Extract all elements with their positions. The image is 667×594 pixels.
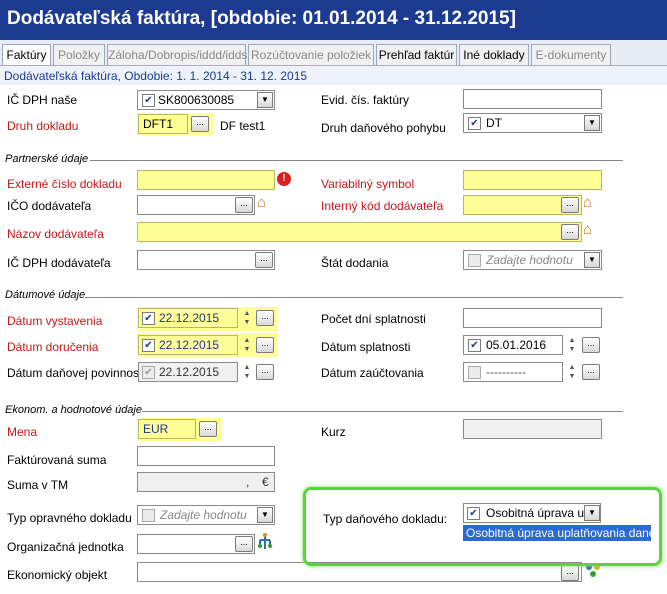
kurz-label: Kurz xyxy=(321,425,346,439)
datum-vystavenia-spinner[interactable]: ▲ ▼ xyxy=(240,309,254,327)
int-kod-dod-label: Interný kód dodávateľa xyxy=(321,199,444,213)
highlight-box xyxy=(303,487,662,566)
nazov-dod-browse-button[interactable]: ... xyxy=(561,224,579,240)
typ-opr-label: Typ opravného dokladu xyxy=(7,511,132,525)
tree-icon[interactable] xyxy=(257,533,273,551)
ico-dod-browse-button[interactable]: ... xyxy=(235,197,253,213)
chevron-down-icon[interactable]: ▼ xyxy=(257,92,273,108)
house-icon[interactable]: ⌂ xyxy=(583,195,592,210)
ic-dph-nase-label: IČ DPH naše xyxy=(7,93,78,107)
alert-icon: ! xyxy=(277,172,291,186)
chevron-down-icon[interactable]: ▼ xyxy=(257,507,273,523)
typ-opr-field[interactable]: Zadajte hodnotu xyxy=(137,505,275,525)
stat-dodania-checkbox[interactable] xyxy=(468,254,481,267)
tab-faktury[interactable]: Faktúry xyxy=(2,44,51,66)
datum-dan-pov-label: Dátum daňovej povinnosti xyxy=(7,366,146,380)
datum-zauct-calendar-button[interactable]: ... xyxy=(582,364,600,380)
datum-splatnosti-calendar-button[interactable]: ... xyxy=(582,337,600,353)
int-kod-dod-browse-button[interactable]: ... xyxy=(561,197,579,213)
window-title: Dodávateľská faktúra, [obdobie: 01.01.20… xyxy=(0,0,667,40)
datum-zauct-checkbox[interactable] xyxy=(468,366,481,379)
datum-dan-pov-spinner[interactable]: ▲ ▼ xyxy=(240,363,254,381)
pocet-dni-field[interactable] xyxy=(463,308,602,328)
section-dates-title: Dátumové údaje xyxy=(5,289,86,301)
ic-dph-nase-field[interactable]: SK800630085 xyxy=(137,90,275,110)
datum-vystavenia-checkbox[interactable]: ✔ xyxy=(142,312,155,325)
datum-dorucenia-calendar-button[interactable]: ... xyxy=(256,337,274,353)
section-divider xyxy=(90,160,623,161)
kurz-field[interactable] xyxy=(463,419,602,439)
org-jedn-label: Organizačná jednotka xyxy=(7,540,124,554)
datum-dan-pov-calendar-button[interactable]: ... xyxy=(256,364,274,380)
datum-vystavenia-calendar-button[interactable]: ... xyxy=(256,310,274,326)
section-divider xyxy=(142,411,623,412)
tab-e-dokumenty[interactable]: E-dokumenty xyxy=(531,44,611,65)
tab-polozky[interactable]: Položky xyxy=(53,44,105,65)
ekon-obj-label: Ekonomický objekt xyxy=(7,568,108,582)
ic-dph-dod-label: IČ DPH dodávateľa xyxy=(7,256,111,270)
datum-splatnosti-label: Dátum splatnosti xyxy=(321,340,411,354)
section-econ-title: Ekonom. a hodnotové údaje xyxy=(5,404,142,416)
fakt-suma-field[interactable] xyxy=(137,446,275,466)
druh-dan-pohybu-field[interactable]: DT xyxy=(463,113,602,133)
evid-cis-label: Evid. čís. faktúry xyxy=(321,93,410,107)
chevron-down-icon[interactable]: ▼ xyxy=(584,252,600,268)
var-symbol-label: Variabilný symbol xyxy=(321,177,415,191)
druh-dan-pohybu-checkbox[interactable]: ✔ xyxy=(468,117,481,130)
datum-zauct-spinner[interactable]: ▲ ▼ xyxy=(565,363,579,381)
section-partner-title: Partnerské údaje xyxy=(5,153,89,165)
pocet-dni-label: Počet dní splatnosti xyxy=(321,312,426,326)
datum-splatnosti-checkbox[interactable]: ✔ xyxy=(468,339,481,352)
suma-tm-currency: € xyxy=(262,475,269,489)
mena-browse-button[interactable]: ... xyxy=(199,421,217,437)
stat-dodania-placeholder: Zadajte hodnotu xyxy=(486,253,573,267)
tab-prehlad-faktur[interactable]: Prehľad faktúr xyxy=(376,44,457,65)
datum-dorucenia-label: Dátum doručenia xyxy=(7,340,99,354)
mena-field[interactable]: EUR xyxy=(138,419,196,439)
section-divider xyxy=(85,297,623,298)
druh-dan-pohybu-label: Druh daňového pohybu xyxy=(321,121,446,135)
evid-cis-field[interactable] xyxy=(463,89,602,109)
nazov-dod-field[interactable] xyxy=(137,222,582,242)
tab-zaloha[interactable]: Záloha/Dobropis/iddd/idds xyxy=(107,44,247,65)
ext-cislo-field[interactable] xyxy=(137,170,275,190)
datum-splatnosti-spinner[interactable]: ▲ ▼ xyxy=(565,336,579,354)
ekon-obj-browse-button[interactable]: ... xyxy=(561,565,579,581)
house-icon[interactable]: ⌂ xyxy=(257,195,266,210)
ic-dph-nase-checkbox[interactable]: ✔ xyxy=(142,94,155,107)
druh-dokladu-browse-button[interactable]: ... xyxy=(191,116,209,132)
mena-label: Mena xyxy=(7,425,38,439)
suma-tm-label: Suma v TM xyxy=(7,478,69,492)
typ-opr-placeholder: Zadajte hodnotu xyxy=(160,508,247,522)
datum-zauct-label: Dátum zaúčtovania xyxy=(321,366,424,380)
tab-rozuctovanie[interactable]: Rozúčtovanie položiek xyxy=(248,44,374,65)
datum-dan-pov-checkbox[interactable]: ✔ xyxy=(142,366,155,379)
ic-dph-dod-browse-button[interactable]: ... xyxy=(255,252,273,268)
typ-opr-checkbox[interactable] xyxy=(142,509,155,522)
org-jedn-browse-button[interactable]: ... xyxy=(235,536,253,552)
house-icon[interactable]: ⌂ xyxy=(583,222,592,237)
var-symbol-field[interactable] xyxy=(463,170,602,190)
ext-cislo-label: Externé číslo dokladu xyxy=(7,177,122,191)
datum-dorucenia-checkbox[interactable]: ✔ xyxy=(142,339,155,352)
stat-dodania-label: Štát dodania xyxy=(321,256,389,270)
datum-dorucenia-spinner[interactable]: ▲ ▼ xyxy=(240,336,254,354)
ico-dod-label: IČO dodávateľa xyxy=(7,199,92,213)
suma-tm-value: , xyxy=(246,475,250,489)
tab-ine-doklady[interactable]: Iné doklady xyxy=(459,44,529,65)
datum-vystavenia-label: Dátum vystavenia xyxy=(7,314,103,328)
chevron-down-icon[interactable]: ▼ xyxy=(584,115,600,131)
nazov-dod-label: Názov dodávateľa xyxy=(7,227,104,241)
suma-tm-field[interactable]: , € xyxy=(137,472,275,492)
druh-dokladu-label: Druh dokladu xyxy=(7,119,79,133)
stat-dodania-field[interactable]: Zadajte hodnotu xyxy=(463,250,602,270)
druh-dokladu-note: DF test1 xyxy=(220,119,266,133)
fakt-suma-label: Faktúrovaná suma xyxy=(7,453,107,467)
info-band: Dodávateľská faktúra, Obdobie: 1. 1. 201… xyxy=(0,65,667,85)
druh-dokladu-field[interactable]: DFT1 xyxy=(138,114,188,134)
